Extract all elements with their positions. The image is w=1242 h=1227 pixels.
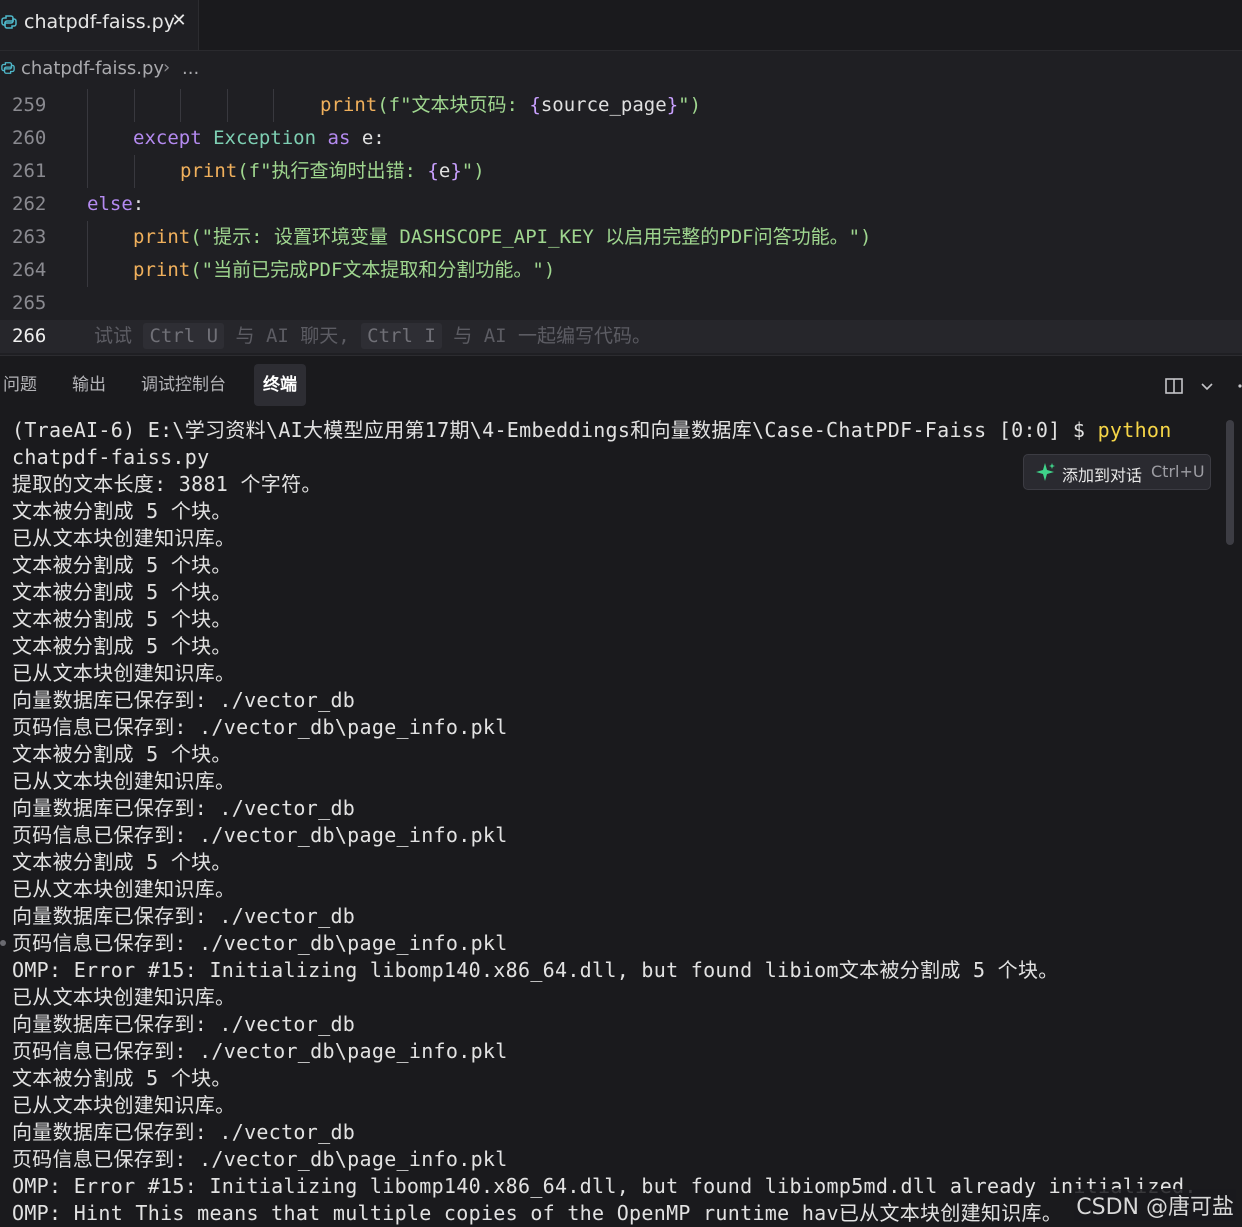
code-line: 260 except Exception as e: bbox=[0, 122, 1242, 155]
indent-guide bbox=[87, 155, 88, 188]
line-number: 261 bbox=[12, 160, 47, 182]
code-text: print("当前已完成PDF文本提取和分割功能。") bbox=[133, 259, 556, 281]
code-text: print(f"文本块页码: {source_page}") bbox=[320, 94, 702, 116]
indent-guide bbox=[227, 89, 228, 122]
line-number: 263 bbox=[12, 226, 47, 248]
terminal-line: 文本被分割成 5 个块。 bbox=[12, 580, 232, 604]
code-line: 265 bbox=[0, 287, 1242, 320]
ide-window: chatpdf-faiss.py ✕ chatpdf-faiss.py › ..… bbox=[0, 0, 1242, 1227]
more-icon[interactable] bbox=[1232, 376, 1242, 396]
code-text: else: bbox=[87, 193, 145, 215]
shortcut-key: Ctrl I bbox=[361, 323, 442, 349]
panel-tab-bar: 问题 输出 调试控制台 终端 bbox=[0, 355, 1242, 412]
terminal-line: 页码信息已保存到: ./vector_db\page_info.pkl bbox=[12, 1039, 508, 1063]
shortcut-key: Ctrl U bbox=[143, 323, 225, 349]
terminal-line: 向量数据库已保存到: ./vector_db bbox=[12, 688, 356, 712]
terminal-line: 向量数据库已保存到: ./vector_db bbox=[12, 1120, 356, 1144]
terminal-line: 文本被分割成 5 个块。 bbox=[12, 742, 232, 766]
terminal-line: chatpdf-faiss.py bbox=[12, 445, 210, 469]
tab-filename: chatpdf-faiss.py bbox=[24, 11, 175, 33]
chevron-down-icon[interactable] bbox=[1197, 376, 1217, 396]
close-icon[interactable]: ✕ bbox=[170, 10, 188, 31]
terminal-line: 已从文本块创建知识库。 bbox=[12, 877, 236, 901]
code-line: 263 print("提示: 设置环境变量 DASHSCOPE_API_KEY … bbox=[0, 221, 1242, 254]
indent-guide bbox=[87, 122, 88, 155]
terminal-line: 向量数据库已保存到: ./vector_db bbox=[12, 904, 356, 928]
ai-inline-hint: 试试 Ctrl U 与 AI 聊天, Ctrl I 与 AI 一起编写代码。 bbox=[94, 323, 652, 349]
line-number: 265 bbox=[12, 292, 47, 314]
current-code-line[interactable]: 266 试试 Ctrl U 与 AI 聊天, Ctrl I 与 AI 一起编写代… bbox=[0, 320, 1242, 353]
line-number: 259 bbox=[12, 94, 47, 116]
indent-guide bbox=[87, 89, 88, 122]
terminal-line: OMP: Hint This means that multiple copie… bbox=[12, 1201, 1063, 1225]
line-number: 264 bbox=[12, 259, 47, 281]
terminal-prompt: (TraeAI-6) E:\学习资料\AI大模型应用第17期\4-Embeddi… bbox=[12, 418, 1098, 442]
terminal-line: 已从文本块创建知识库。 bbox=[12, 526, 236, 550]
terminal-line: OMP: Error #15: Initializing libomp140.x… bbox=[12, 958, 1059, 982]
terminal-line: 页码信息已保存到: ./vector_db\page_info.pkl bbox=[12, 1147, 508, 1171]
terminal-line: 文本被分割成 5 个块。 bbox=[12, 607, 232, 631]
code-line: 264 print("当前已完成PDF文本提取和分割功能。") bbox=[0, 254, 1242, 287]
editor-tab[interactable]: chatpdf-faiss.py ✕ bbox=[0, 0, 199, 50]
terminal-line: 已从文本块创建知识库。 bbox=[12, 985, 236, 1009]
split-panel-icon[interactable] bbox=[1164, 376, 1184, 396]
tab-terminal[interactable]: 终端 bbox=[254, 364, 306, 406]
command-decoration-icon[interactable] bbox=[0, 940, 6, 946]
terminal-line: 文本被分割成 5 个块。 bbox=[12, 499, 232, 523]
breadcrumb-more[interactable]: ... bbox=[182, 58, 199, 79]
indent-guide bbox=[87, 254, 88, 287]
terminal-line: 已从文本块创建知识库。 bbox=[12, 1093, 236, 1117]
sparkle-icon bbox=[1036, 463, 1055, 481]
indent-guide bbox=[87, 221, 88, 254]
terminal-line: OMP: Error #15: Initializing libomp140.x… bbox=[12, 1174, 1197, 1198]
terminal-command: python bbox=[1097, 418, 1172, 442]
add-to-chat-button[interactable]: 添加到对话 Ctrl+U bbox=[1023, 454, 1211, 490]
add-to-chat-label: 添加到对话 bbox=[1062, 466, 1143, 485]
terminal-line: 页码信息已保存到: ./vector_db\page_info.pkl bbox=[12, 715, 508, 739]
watermark: CSDN @唐可盐 bbox=[1074, 1189, 1236, 1221]
breadcrumb-file[interactable]: chatpdf-faiss.py bbox=[21, 58, 164, 79]
line-number: 260 bbox=[12, 127, 47, 149]
add-to-chat-shortcut: Ctrl+U bbox=[1151, 462, 1205, 481]
editor-tab-bar: chatpdf-faiss.py ✕ bbox=[0, 0, 1242, 51]
line-number: 262 bbox=[12, 193, 47, 215]
indent-guide bbox=[180, 89, 181, 122]
code-text: print(f"执行查询时出错: {e}") bbox=[180, 160, 485, 182]
chevron-right-icon: › bbox=[163, 57, 171, 78]
line-number: 266 bbox=[12, 325, 47, 347]
code-line: 262 else: bbox=[0, 188, 1242, 221]
terminal-line: 文本被分割成 5 个块。 bbox=[12, 850, 232, 874]
code-text: print("提示: 设置环境变量 DASHSCOPE_API_KEY 以启用完… bbox=[133, 226, 872, 248]
tab-debug-console[interactable]: 调试控制台 bbox=[132, 364, 235, 406]
code-line: 259 print(f"文本块页码: {source_page}") bbox=[0, 89, 1242, 122]
indent-guide bbox=[134, 89, 135, 122]
code-text: except Exception as e: bbox=[133, 127, 385, 149]
tab-problems[interactable]: 问题 bbox=[0, 364, 46, 406]
terminal-line: 向量数据库已保存到: ./vector_db bbox=[12, 796, 356, 820]
indent-guide bbox=[273, 89, 274, 122]
terminal-line: 已从文本块创建知识库。 bbox=[12, 661, 236, 685]
terminal-line: 已从文本块创建知识库。 bbox=[12, 769, 236, 793]
terminal-line: 提取的文本长度: 3881 个字符。 bbox=[12, 472, 322, 496]
terminal-line: 页码信息已保存到: ./vector_db\page_info.pkl bbox=[12, 931, 508, 955]
terminal-line: 文本被分割成 5 个块。 bbox=[12, 634, 232, 658]
tab-output[interactable]: 输出 bbox=[63, 364, 115, 406]
terminal-prompt-line: (TraeAI-6) E:\学习资料\AI大模型应用第17期\4-Embeddi… bbox=[12, 417, 1172, 444]
terminal-line: 向量数据库已保存到: ./vector_db bbox=[12, 1012, 356, 1036]
code-editor[interactable]: 259 print(f"文本块页码: {source_page}") 260 e… bbox=[0, 88, 1242, 354]
terminal-line: 页码信息已保存到: ./vector_db\page_info.pkl bbox=[12, 823, 508, 847]
python-file-icon bbox=[1, 15, 17, 29]
indent-guide bbox=[134, 155, 135, 188]
terminal[interactable]: (TraeAI-6) E:\学习资料\AI大模型应用第17期\4-Embeddi… bbox=[0, 412, 1242, 1227]
python-file-icon bbox=[1, 62, 15, 74]
code-line: 261 print(f"执行查询时出错: {e}") bbox=[0, 155, 1242, 188]
terminal-line: 文本被分割成 5 个块。 bbox=[12, 1066, 232, 1090]
terminal-line: 文本被分割成 5 个块。 bbox=[12, 553, 232, 577]
breadcrumb: chatpdf-faiss.py › ... bbox=[0, 51, 1242, 87]
terminal-scrollbar[interactable] bbox=[1226, 420, 1234, 545]
